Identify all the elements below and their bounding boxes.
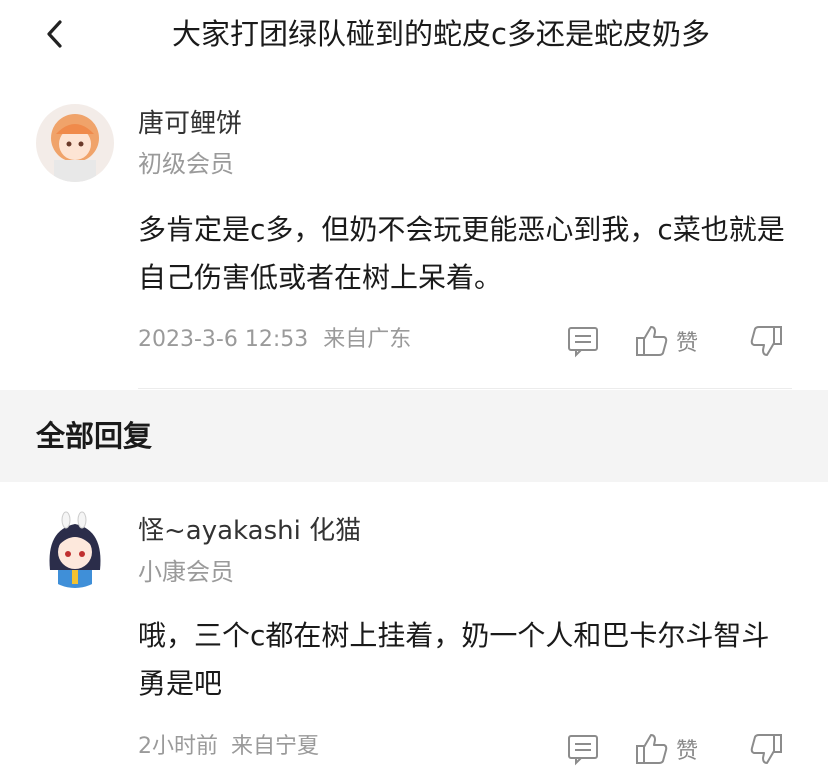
like-label: 赞	[676, 739, 699, 764]
username[interactable]: 唐可鲤饼	[138, 107, 242, 141]
like-button[interactable]: 赞	[634, 731, 698, 767]
section-title: 全部回复	[36, 419, 153, 453]
post-time: 2023-3-6 12:53	[138, 327, 309, 352]
post-location: 来自广东	[323, 327, 412, 352]
divider	[138, 388, 792, 389]
dislike-button[interactable]	[748, 323, 784, 359]
reply-time: 2小时前	[138, 734, 218, 759]
comment-button[interactable]	[566, 324, 600, 358]
reply-meta: 2小时前 来自宁夏	[138, 732, 319, 762]
thumbs-up-icon	[636, 734, 668, 764]
comment-icon	[568, 327, 598, 358]
post-content: 多肯定是c多，但奶不会玩更能恶心到我，c菜也就是自己伤害低或者在树上呆着。	[138, 213, 785, 294]
avatar[interactable]	[36, 104, 114, 182]
reply-content: 哦，三个c都在树上挂着，奶一个人和巴卡尔斗智斗勇是吧	[138, 619, 770, 700]
like-button[interactable]: 赞	[634, 323, 698, 359]
back-button[interactable]	[30, 10, 78, 58]
comment-button[interactable]	[566, 732, 600, 766]
avatar[interactable]	[36, 510, 114, 588]
chevron-left-icon	[47, 20, 62, 48]
like-label: 赞	[676, 331, 699, 356]
thumbs-down-icon	[750, 326, 782, 356]
thumbs-down-icon	[750, 734, 782, 764]
member-rank: 初级会员	[138, 150, 234, 178]
reply-location: 来自宁夏	[231, 734, 320, 759]
thumbs-up-icon	[636, 326, 668, 356]
comment-icon	[568, 735, 598, 766]
username[interactable]: 怪~ayakashi 化猫	[138, 514, 361, 548]
member-rank: 小康会员	[138, 558, 234, 586]
page-title: 大家打团绿队碰到的蛇皮c多还是蛇皮奶多	[172, 17, 710, 51]
post-meta: 2023-3-6 12:53 来自广东	[138, 325, 411, 355]
dislike-button[interactable]	[748, 731, 784, 767]
